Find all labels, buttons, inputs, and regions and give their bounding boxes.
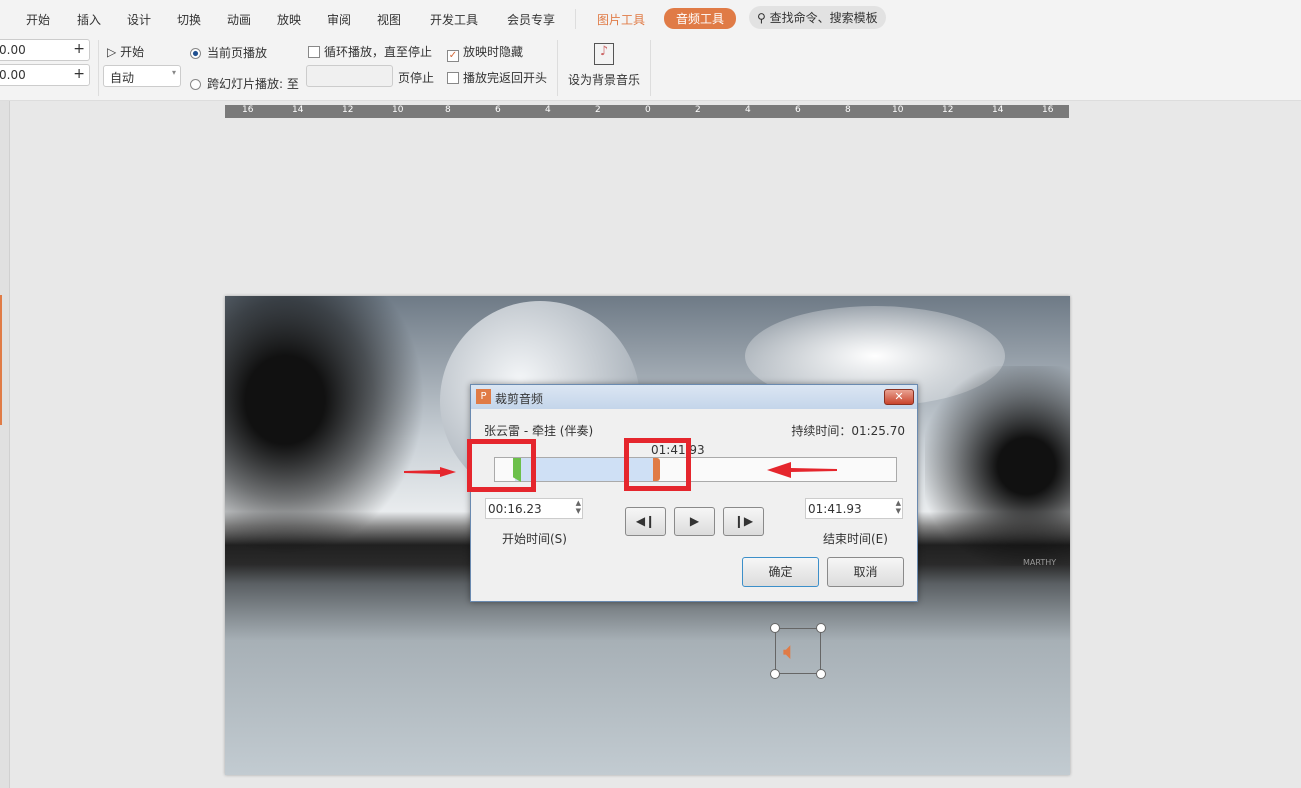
- resize-handle[interactable]: [816, 623, 826, 633]
- chevron-down-icon: ▾: [171, 68, 176, 77]
- ruler-label: 16: [242, 105, 254, 115]
- track-name: 张云雷 - 牵挂 (伴奏): [484, 424, 594, 438]
- tab-audio-tools[interactable]: 音频工具: [664, 8, 737, 29]
- radio-cross-slide[interactable]: 跨幻灯片播放: 至: [190, 75, 299, 92]
- speaker-icon: 🔈︎: [783, 637, 798, 665]
- menu-developer[interactable]: 开发工具: [430, 11, 478, 28]
- tree-left-image: [225, 296, 425, 556]
- skip-back-icon: ◀❙: [635, 514, 656, 528]
- start-select[interactable]: 自动 ▾: [103, 65, 181, 87]
- resize-handle[interactable]: [816, 669, 826, 679]
- ruler-label: 10: [392, 105, 404, 115]
- menu-insert[interactable]: 插入: [77, 11, 101, 28]
- menu-review[interactable]: 审阅: [327, 11, 351, 28]
- set-bg-music-button[interactable]: 设为背景音乐: [568, 71, 640, 88]
- ruler-label: 8: [445, 105, 451, 115]
- thumbnail-selection: [0, 295, 2, 425]
- radio-current-page[interactable]: 当前页播放: [190, 44, 267, 61]
- play-button[interactable]: ▶: [674, 507, 715, 536]
- ruler-label: 2: [695, 105, 701, 115]
- search-placeholder: 查找命令、搜索模板: [769, 11, 878, 25]
- highlight-box-end: [624, 438, 691, 491]
- audio-object[interactable]: 🔈︎: [775, 628, 821, 674]
- ruler-label: 8: [845, 105, 851, 115]
- arrow-right-annotation: [404, 466, 456, 477]
- ok-button[interactable]: 确定: [742, 557, 819, 587]
- tree-right-image: [925, 366, 1070, 566]
- search-box[interactable]: ⚲ 查找命令、搜索模板: [749, 6, 886, 29]
- menu-design[interactable]: 设计: [127, 11, 151, 28]
- fade-out-field[interactable]: 0.00 +: [0, 64, 90, 86]
- menu-animation[interactable]: 动画: [227, 11, 251, 28]
- app-icon: P: [476, 389, 491, 404]
- skip-forward-icon: ❙▶: [733, 514, 754, 528]
- search-icon: ⚲: [757, 11, 766, 25]
- stop-page-field[interactable]: [306, 65, 393, 87]
- ruler-label: 14: [992, 105, 1004, 115]
- ruler-label: 12: [942, 105, 954, 115]
- spinner-icon: ▲ ▼: [895, 499, 901, 515]
- ruler-label: 16: [1042, 105, 1054, 115]
- next-button[interactable]: ❙▶: [723, 507, 764, 536]
- menu-member[interactable]: 会员专享: [507, 11, 555, 28]
- start-time-field[interactable]: 00:16.23 ▲ ▼: [485, 498, 583, 519]
- music-note-icon[interactable]: ♪: [594, 43, 614, 65]
- horizontal-ruler: 16 14 12 10 8 6 4 2 0 2 4 6 8 10 12 14 16: [225, 105, 1069, 118]
- ruler-label: 6: [495, 105, 501, 115]
- arrow-left-annotation: [767, 462, 837, 481]
- play-icon: ▶: [689, 514, 700, 528]
- start-time-label: 开始时间(S): [502, 532, 567, 546]
- tab-picture-tools[interactable]: 图片工具: [597, 11, 645, 28]
- dialog-titlebar: P 裁剪音频 ✕: [471, 385, 917, 409]
- ruler-label: 4: [545, 105, 551, 115]
- highlight-box-start: [467, 439, 536, 492]
- end-time-label: 结束时间(E): [823, 532, 888, 546]
- ruler-label: 0: [645, 105, 651, 115]
- ruler-label: 4: [745, 105, 751, 115]
- close-button[interactable]: ✕: [884, 389, 914, 405]
- menu-bar: 开始 插入 设计 切换 动画 放映 审阅 视图 开发工具 会员专享 图片工具 音…: [0, 0, 1301, 36]
- spinner-icon: ▲ ▼: [575, 499, 581, 515]
- ruler-label: 6: [795, 105, 801, 115]
- watermark: MARTHY: [1023, 558, 1057, 567]
- resize-handle[interactable]: [770, 669, 780, 679]
- end-time-field[interactable]: 01:41.93 ▲ ▼: [805, 498, 903, 519]
- fade-in-field[interactable]: 0.00 +: [0, 39, 90, 61]
- page-stop-label: 页停止: [398, 71, 435, 85]
- thumbnail-pane: [0, 101, 10, 788]
- menu-start[interactable]: 开始: [26, 11, 50, 28]
- start-label: ▷ 开始: [107, 45, 145, 59]
- menu-slideshow[interactable]: 放映: [277, 11, 301, 28]
- menu-view[interactable]: 视图: [377, 11, 401, 28]
- ruler-label: 2: [595, 105, 601, 115]
- ruler-label: 12: [342, 105, 354, 115]
- previous-button[interactable]: ◀❙: [625, 507, 666, 536]
- ribbon: 0.00 + 0.00 + ▷ 开始 自动 ▾ 当前页播放 跨幻灯片播放: 至 页停止…: [0, 36, 1301, 101]
- dialog-title: 裁剪音频: [495, 392, 544, 406]
- ruler-label: 14: [292, 105, 304, 115]
- start-icon: ▷: [107, 45, 117, 59]
- hide-checkbox[interactable]: ✓ 放映时隐藏: [447, 43, 523, 62]
- duration-label: 持续时间：01:25.70: [791, 424, 905, 438]
- loop-checkbox[interactable]: 循环播放，直至停止: [308, 43, 432, 60]
- menu-transition[interactable]: 切换: [177, 11, 201, 28]
- resize-handle[interactable]: [770, 623, 780, 633]
- cancel-button[interactable]: 取消: [827, 557, 904, 587]
- trim-audio-dialog: P 裁剪音频 ✕ 张云雷 - 牵挂 (伴奏) 持续时间：01:25.70 01:…: [470, 384, 918, 602]
- ruler-label: 10: [892, 105, 904, 115]
- rewind-checkbox[interactable]: 播放完返回开头: [447, 69, 547, 86]
